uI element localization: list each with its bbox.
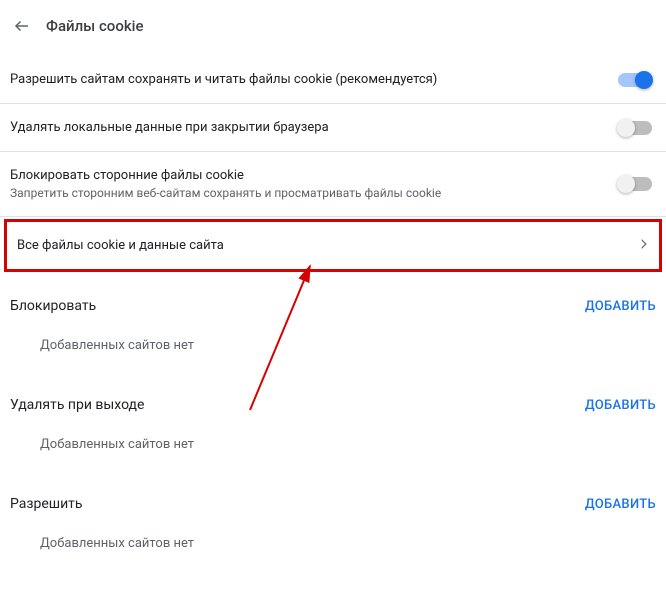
all-cookies-link[interactable]: Все файлы cookie и данные сайта xyxy=(4,219,662,272)
setting-block-third-party[interactable]: Блокировать сторонние файлы cookie Запре… xyxy=(0,152,666,217)
toggle-allow-cookies[interactable] xyxy=(618,73,652,87)
setting-label: Блокировать сторонние файлы cookie xyxy=(10,168,618,183)
setting-clear-on-exit[interactable]: Удалять локальные данные при закрытии бр… xyxy=(0,104,666,152)
setting-label: Удалять локальные данные при закрытии бр… xyxy=(10,120,618,135)
section-title: Блокировать xyxy=(10,298,96,314)
empty-message-allow: Добавленных сайтов нет xyxy=(0,520,666,571)
setting-sublabel: Запретить сторонним веб-сайтам сохранять… xyxy=(10,186,618,200)
page-header: Файлы cookie xyxy=(0,0,666,56)
section-title: Разрешить xyxy=(10,496,83,512)
setting-allow-cookies[interactable]: Разрешить сайтам сохранять и читать файл… xyxy=(0,56,666,104)
add-button-clear-on-exit[interactable]: ДОБАВИТЬ xyxy=(585,398,656,413)
section-title: Удалять при выходе xyxy=(10,397,144,413)
section-clear-on-exit: Удалять при выходе ДОБАВИТЬ xyxy=(0,373,666,421)
add-button-allow[interactable]: ДОБАВИТЬ xyxy=(585,497,656,512)
section-allow: Разрешить ДОБАВИТЬ xyxy=(0,472,666,520)
link-label: Все файлы cookie и данные сайта xyxy=(17,238,224,253)
toggle-block-third-party[interactable] xyxy=(618,177,652,191)
arrow-left-icon xyxy=(13,17,31,35)
chevron-right-icon xyxy=(641,238,649,253)
add-button-block[interactable]: ДОБАВИТЬ xyxy=(585,299,656,314)
setting-label: Разрешить сайтам сохранять и читать файл… xyxy=(10,72,618,87)
toggle-clear-on-exit[interactable] xyxy=(618,121,652,135)
section-block: Блокировать ДОБАВИТЬ xyxy=(0,274,666,322)
empty-message-clear-on-exit: Добавленных сайтов нет xyxy=(0,421,666,472)
back-button[interactable] xyxy=(10,14,34,38)
page-title: Файлы cookie xyxy=(46,17,144,35)
empty-message-block: Добавленных сайтов нет xyxy=(0,322,666,373)
